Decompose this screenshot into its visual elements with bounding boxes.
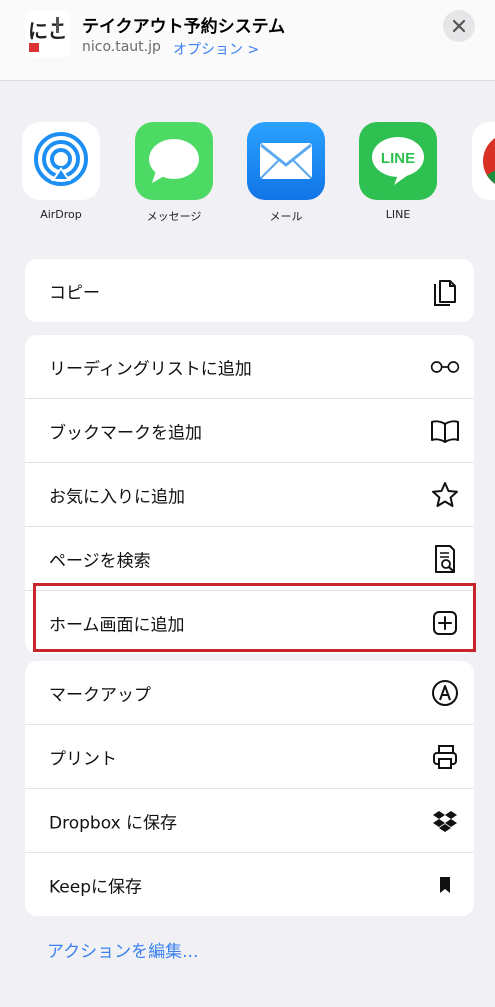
action-label: リーディングリストに追加 (49, 359, 252, 379)
action-label: ブックマークを追加 (49, 423, 202, 443)
action-label: Dropbox に保存 (49, 813, 178, 833)
line-icon: LINE (359, 122, 437, 200)
app-label: メール (269, 210, 303, 223)
action-save-keep[interactable]: Keepに保存 (25, 853, 474, 916)
app-label: C (461, 208, 495, 221)
edit-actions-link[interactable]: アクションを編集... (47, 937, 198, 962)
action-reading-list[interactable]: リーディングリストに追加 (25, 335, 474, 399)
app-label: AirDrop (40, 208, 82, 221)
actions-group: リーディングリストに追加 ブックマークを追加 お気に入りに追加 ページを検索 ホ… (25, 335, 474, 654)
copy-group: コピー (25, 259, 474, 322)
share-sheet-header: にこ テイクアウト予約システム nico.taut.jp オプション > (0, 0, 495, 81)
action-label: コピー (49, 283, 100, 303)
app-label: メッセージ (146, 210, 202, 223)
action-copy[interactable]: コピー (25, 259, 474, 322)
svg-text:にこ: にこ (28, 19, 68, 43)
close-icon (452, 19, 466, 33)
action-add-to-home-screen[interactable]: ホーム画面に追加 (25, 591, 474, 654)
glasses-icon (430, 352, 460, 382)
app-messages[interactable]: メッセージ (124, 118, 224, 224)
action-label: ホーム画面に追加 (49, 615, 185, 635)
action-markup[interactable]: マークアップ (25, 661, 474, 725)
action-add-favorite[interactable]: お気に入りに追加 (25, 463, 474, 527)
bookmark-icon (430, 870, 460, 900)
app-mail[interactable]: メール (236, 118, 336, 224)
add-square-icon (430, 608, 460, 638)
action-find-on-page[interactable]: ページを検索 (25, 527, 474, 591)
app-label: LINE (385, 208, 411, 221)
mail-icon (247, 122, 325, 200)
chrome-icon (472, 122, 495, 200)
book-icon (430, 416, 460, 446)
action-label: お気に入りに追加 (49, 487, 185, 507)
action-label: マークアップ (49, 685, 151, 705)
action-add-bookmark[interactable]: ブックマークを追加 (25, 399, 474, 463)
star-icon (430, 480, 460, 510)
copy-icon (430, 276, 460, 306)
site-logo: にこ (25, 11, 71, 57)
options-link[interactable]: オプション > (173, 39, 259, 59)
airdrop-icon (22, 122, 100, 200)
more-actions-group: マークアップ プリント Dropbox に保存 Keepに保存 (25, 661, 474, 916)
page-title: テイクアウト予約システム (82, 17, 286, 37)
action-save-dropbox[interactable]: Dropbox に保存 (25, 789, 474, 853)
site-url: nico.taut.jp (82, 39, 161, 55)
messages-icon (135, 122, 213, 200)
svg-text:LINE: LINE (381, 150, 415, 167)
printer-icon (430, 742, 460, 772)
action-label: ページを検索 (49, 551, 151, 571)
action-label: Keepに保存 (49, 877, 143, 897)
find-in-page-icon (430, 544, 460, 574)
dropbox-icon (430, 806, 460, 836)
close-button[interactable] (443, 10, 475, 42)
app-line[interactable]: LINE LINE (348, 118, 448, 221)
action-label: プリント (49, 749, 117, 769)
share-apps-row: AirDrop メッセージ メール LINE LINE (0, 118, 495, 228)
app-airdrop[interactable]: AirDrop (11, 118, 111, 221)
action-print[interactable]: プリント (25, 725, 474, 789)
app-chrome[interactable]: C (461, 118, 495, 221)
markup-icon (430, 678, 460, 708)
